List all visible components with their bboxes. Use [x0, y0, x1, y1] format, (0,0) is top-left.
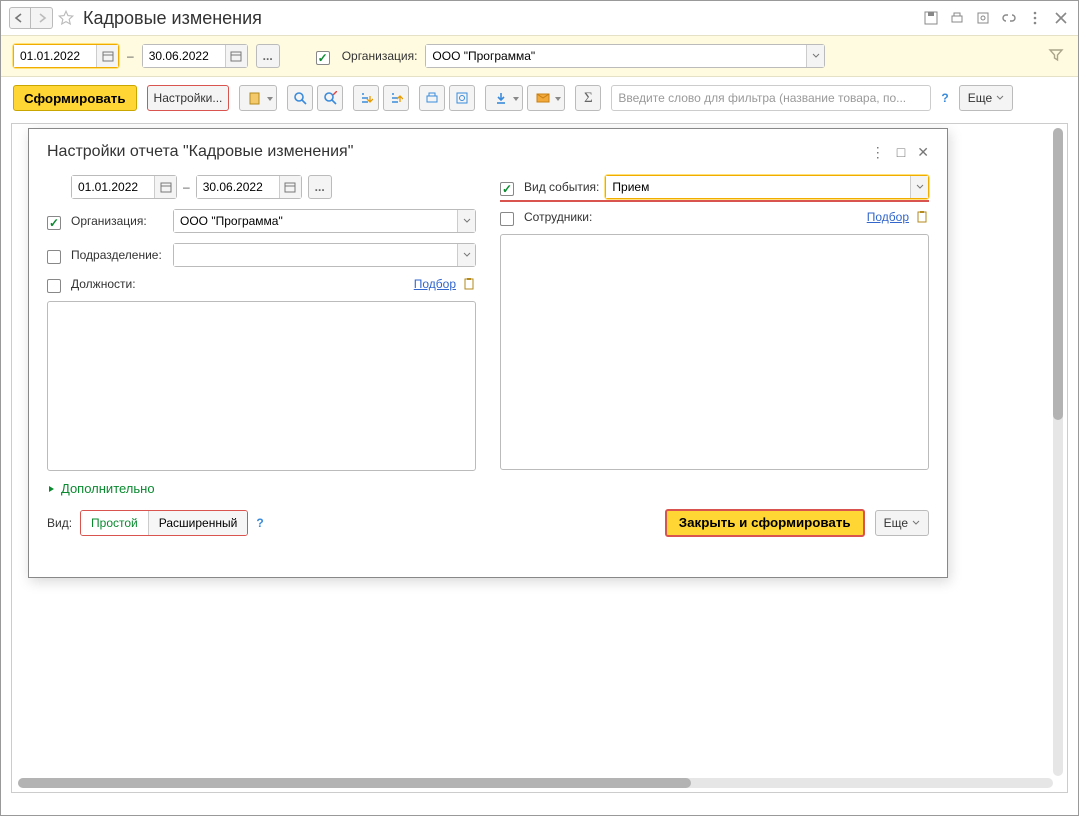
toolbar: Сформировать Настройки... Σ Введите слов… — [1, 77, 1078, 119]
org-select — [425, 44, 825, 68]
expand-button[interactable] — [353, 85, 379, 111]
link-icon[interactable] — [1000, 9, 1018, 27]
employees-listbox[interactable] — [500, 234, 929, 470]
dlg-adv-label: Дополнительно — [61, 481, 155, 496]
more-vert-icon[interactable] — [1026, 9, 1044, 27]
dlg-more-button[interactable]: Еще — [875, 510, 929, 536]
dlg-org-input[interactable] — [174, 210, 457, 232]
dlg-help-icon[interactable]: ? — [256, 516, 263, 530]
save-icon[interactable] — [922, 9, 940, 27]
dialog-left-col: – ... Организация: Подразделение: Должно — [47, 175, 476, 471]
calendar-icon[interactable] — [225, 45, 247, 67]
print-icon[interactable] — [948, 9, 966, 27]
settings-button-label: Настройки... — [154, 91, 223, 105]
positions-listbox[interactable] — [47, 301, 476, 471]
calendar-icon[interactable] — [96, 45, 118, 67]
date-to-input[interactable] — [143, 45, 225, 67]
print-button[interactable] — [419, 85, 445, 111]
date-from-box — [13, 44, 119, 68]
filter-bar: – ... Организация: — [1, 35, 1078, 77]
dropdown-icon[interactable] — [910, 176, 928, 198]
page-title: Кадровые изменения — [83, 8, 262, 29]
org-label: Организация: — [342, 49, 418, 63]
dlg-date-to-input[interactable] — [197, 176, 279, 198]
nav-back-button[interactable] — [9, 7, 31, 29]
send-button[interactable] — [527, 85, 565, 111]
dlg-org-checkbox[interactable] — [47, 216, 61, 230]
dialog-title: Настройки отчета "Кадровые изменения" — [47, 143, 353, 161]
dialog-right-col: Вид события: Сотрудники: Подбор — [500, 175, 929, 471]
more-label: Еще — [968, 91, 992, 105]
sum-button[interactable]: Σ — [575, 85, 601, 111]
favorite-star-icon[interactable] — [57, 9, 75, 27]
dlg-date-from-input[interactable] — [72, 176, 154, 198]
dlg-view-label: Вид: — [47, 516, 72, 530]
dlg-dept-input[interactable] — [174, 244, 457, 266]
title-bar: Кадровые изменения — [1, 1, 1078, 35]
dlg-dept-label: Подразделение: — [71, 248, 167, 262]
nav-forward-button[interactable] — [31, 7, 53, 29]
dropdown-icon[interactable] — [806, 45, 824, 67]
variants-button[interactable] — [239, 85, 277, 111]
dlg-pos-label: Должности: — [71, 277, 151, 291]
dialog-close-icon[interactable]: ✕ — [917, 144, 929, 161]
find-clear-button[interactable] — [317, 85, 343, 111]
report-area: Настройки отчета "Кадровые изменения" ⋮ … — [11, 123, 1068, 793]
close-icon[interactable] — [1052, 9, 1070, 27]
generate-button[interactable]: Сформировать — [13, 85, 137, 111]
preview-icon[interactable] — [974, 9, 992, 27]
settings-button[interactable]: Настройки... — [147, 85, 230, 111]
dlg-more-label: Еще — [884, 516, 908, 530]
dialog-more-icon[interactable]: ⋮ — [871, 144, 885, 161]
print-preview-button[interactable] — [449, 85, 475, 111]
dlg-adv-toggle[interactable]: Дополнительно — [47, 481, 155, 496]
search-input[interactable]: Введите слово для фильтра (название това… — [611, 85, 931, 111]
dropdown-icon[interactable] — [457, 210, 475, 232]
date-from-input[interactable] — [14, 45, 96, 67]
dlg-period-picker[interactable]: ... — [308, 175, 332, 199]
settings-dialog: Настройки отчета "Кадровые изменения" ⋮ … — [28, 128, 948, 578]
help-icon[interactable]: ? — [941, 91, 948, 105]
period-picker-button[interactable]: ... — [256, 44, 280, 68]
paste-icon[interactable] — [462, 277, 476, 291]
save-as-button[interactable] — [485, 85, 523, 111]
dlg-pos-checkbox[interactable] — [47, 279, 61, 293]
close-and-generate-button[interactable]: Закрыть и сформировать — [665, 509, 865, 537]
filter-funnel-icon[interactable] — [1048, 47, 1066, 65]
org-checkbox[interactable] — [316, 51, 330, 65]
dlg-event-input[interactable] — [606, 176, 910, 198]
dlg-emp-checkbox[interactable] — [500, 212, 514, 226]
view-ext-button[interactable]: Расширенный — [148, 511, 248, 535]
search-placeholder: Введите слово для фильтра (название това… — [618, 91, 906, 105]
date-dash: – — [127, 49, 134, 63]
calendar-icon[interactable] — [154, 176, 176, 198]
dialog-maximize-icon[interactable]: □ — [897, 144, 905, 161]
dlg-dept-checkbox[interactable] — [47, 250, 61, 264]
dropdown-icon[interactable] — [457, 244, 475, 266]
find-button[interactable] — [287, 85, 313, 111]
event-highlight — [500, 200, 929, 202]
dlg-emp-label: Сотрудники: — [524, 210, 604, 224]
calendar-icon[interactable] — [279, 176, 301, 198]
view-simple-button[interactable]: Простой — [81, 511, 148, 535]
dlg-org-label: Организация: — [71, 214, 167, 228]
vertical-scrollbar[interactable] — [1053, 128, 1063, 776]
org-input[interactable] — [426, 45, 806, 67]
dlg-view-segment: Простой Расширенный — [80, 510, 248, 536]
horizontal-scrollbar[interactable] — [18, 778, 1053, 788]
dlg-event-label: Вид события: — [524, 180, 599, 194]
more-button[interactable]: Еще — [959, 85, 1013, 111]
paste-icon[interactable] — [915, 210, 929, 224]
dlg-pos-pick-link[interactable]: Подбор — [414, 277, 456, 291]
date-to-box — [142, 44, 248, 68]
collapse-button[interactable] — [383, 85, 409, 111]
dlg-event-checkbox[interactable] — [500, 182, 514, 196]
dlg-emp-pick-link[interactable]: Подбор — [867, 210, 909, 224]
